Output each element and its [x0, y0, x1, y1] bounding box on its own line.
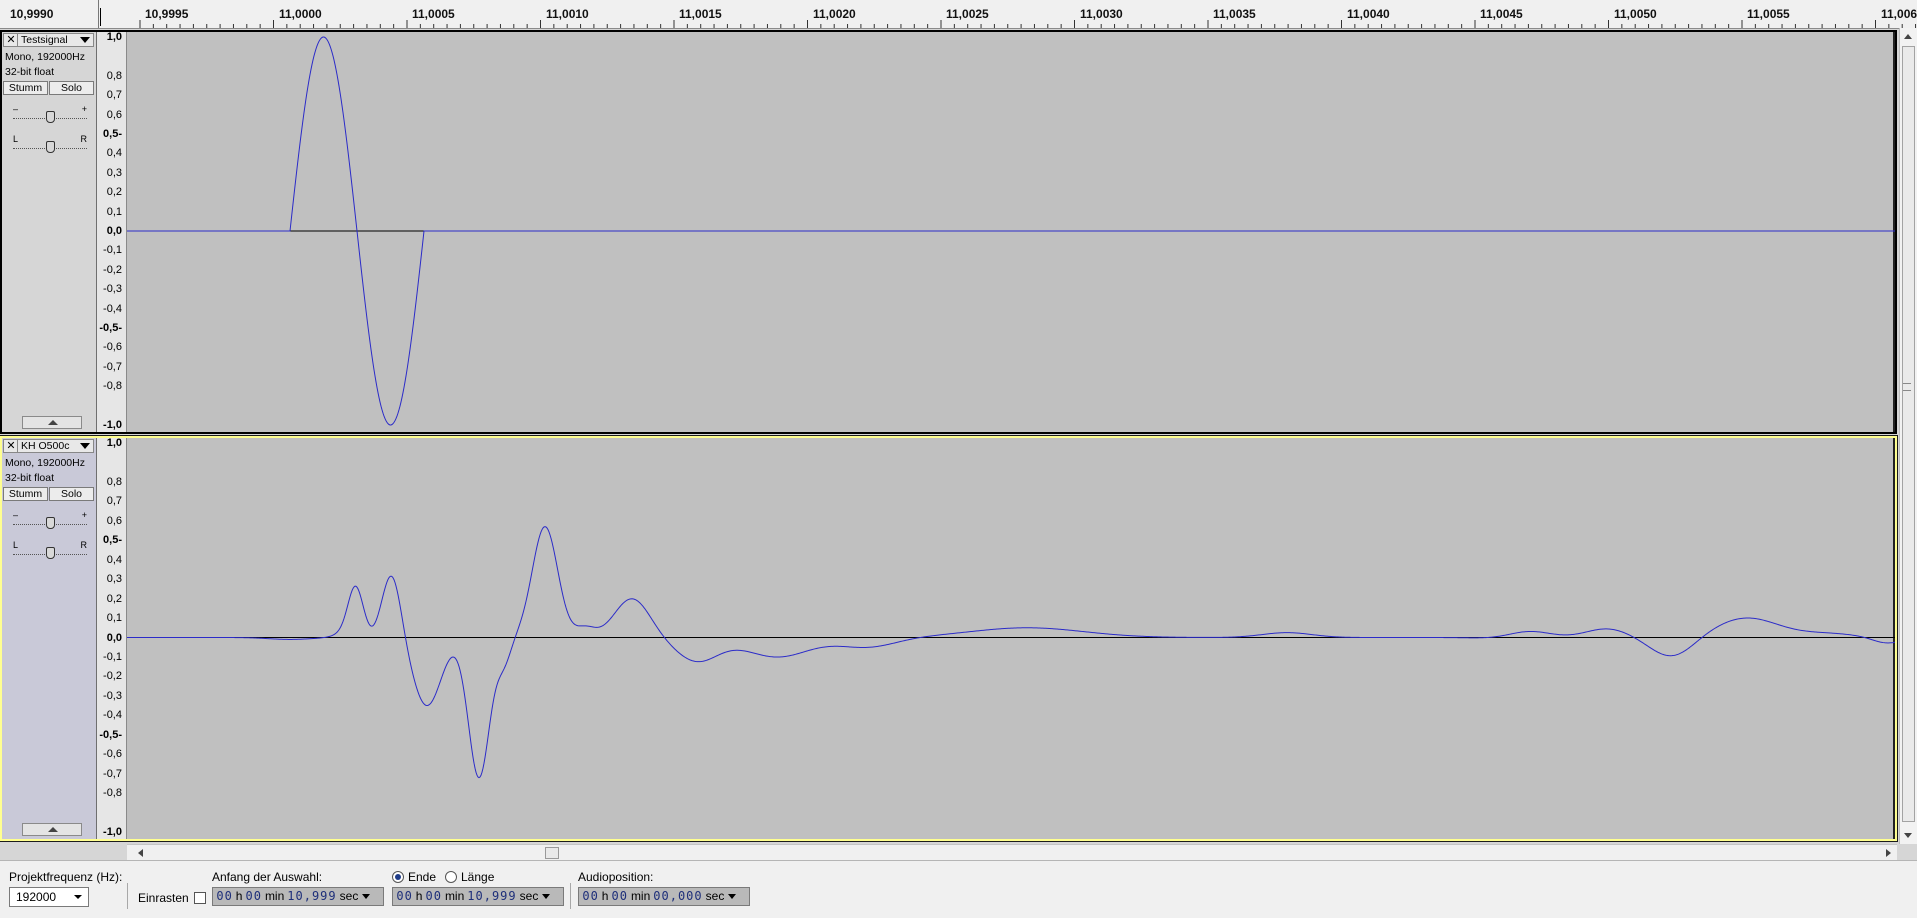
format-dropdown-icon[interactable]: [542, 894, 551, 900]
vertical-scrollbar[interactable]: [1899, 28, 1917, 844]
ruler-label: 11,0035: [1213, 7, 1256, 21]
scroll-left-icon[interactable]: [138, 849, 143, 857]
length-radio-label[interactable]: Länge: [461, 870, 494, 884]
seconds-unit: sec: [705, 889, 725, 903]
horizontal-scroll-thumb[interactable]: [545, 847, 559, 859]
horizontal-scrollbar[interactable]: [127, 844, 1897, 860]
seconds-unit: sec: [519, 889, 539, 903]
hours-unit: h: [415, 889, 423, 903]
snap-checkbox[interactable]: [194, 892, 206, 904]
end-radio-label[interactable]: Ende: [408, 870, 436, 884]
ruler-label: 11,0000: [279, 7, 322, 21]
toolbar-separator: [570, 883, 571, 909]
scroll-right-icon[interactable]: [1886, 849, 1891, 857]
ruler-label: 11,0005: [412, 7, 455, 21]
ruler-label: 10,9995: [145, 7, 189, 21]
ruler-label: 11,0015: [679, 7, 722, 21]
audio-position-label: Audioposition:: [578, 870, 654, 884]
end-hours: 00: [396, 889, 413, 903]
audio-position-time[interactable]: 00 h 00 min 00,000 sec: [578, 887, 750, 906]
minutes-unit: min: [264, 889, 285, 903]
selection-toolbar: Projektfrequenz (Hz): 192000 Einrasten A…: [0, 860, 1917, 918]
scroll-grip-icon: [1903, 383, 1911, 391]
selection-start-time[interactable]: 00 h 00 min 10,999 sec: [212, 887, 384, 906]
audio-track-testsignal[interactable]: ✕ Testsignal Mono, 192000Hz 32-bit float…: [0, 30, 1897, 434]
selection-end-time[interactable]: 00 h 00 min 10,999 sec: [392, 887, 564, 906]
pos-hours: 00: [582, 889, 599, 903]
ruler-label: 11,0050: [1614, 7, 1657, 21]
project-rate-value: 192000: [16, 890, 57, 904]
start-minutes: 00: [245, 889, 262, 903]
toolbar-separator: [127, 883, 128, 909]
end-seconds: 10,999: [467, 889, 517, 903]
format-dropdown-icon[interactable]: [362, 894, 371, 900]
selection-start-label: Anfang der Auswahl:: [212, 870, 323, 884]
vertical-scroll-thumb[interactable]: [1902, 46, 1915, 822]
end-minutes: 00: [425, 889, 442, 903]
length-radio[interactable]: [445, 871, 457, 883]
minutes-unit: min: [444, 889, 465, 903]
start-seconds: 10,999: [287, 889, 337, 903]
format-dropdown-icon[interactable]: [728, 894, 737, 900]
ruler-label: 11,0040: [1347, 7, 1390, 21]
scroll-up-icon[interactable]: [1904, 34, 1912, 39]
seconds-unit: sec: [339, 889, 359, 903]
project-rate-label: Projektfrequenz (Hz):: [9, 870, 123, 884]
ruler-label: 11,0045: [1480, 7, 1523, 21]
snap-label: Einrasten: [138, 891, 189, 905]
track-border: [0, 435, 1898, 842]
ruler-label: 11,0055: [1747, 7, 1790, 21]
dropdown-arrow-icon: [74, 895, 82, 899]
minutes-unit: min: [630, 889, 651, 903]
track-border: [0, 30, 1897, 434]
ruler-label: 11,0025: [946, 7, 989, 21]
start-hours: 00: [216, 889, 233, 903]
pos-minutes: 00: [611, 889, 628, 903]
hours-unit: h: [235, 889, 243, 903]
scroll-down-icon[interactable]: [1904, 833, 1912, 838]
pos-seconds: 00,000: [653, 889, 703, 903]
audio-track-kh-o500c[interactable]: ✕ KH O500c Mono, 192000Hz 32-bit float S…: [0, 435, 1898, 842]
ruler-label: 11,006: [1881, 7, 1917, 21]
project-rate-combo[interactable]: 192000: [9, 887, 89, 907]
hours-unit: h: [601, 889, 609, 903]
ruler-label: 11,0020: [813, 7, 856, 21]
ruler-label: 11,0010: [546, 7, 589, 21]
timeline-ruler[interactable]: 10,9990 10,9995 11,0000 11,0005 11,0010 …: [0, 0, 1917, 29]
ruler-label: 11,0030: [1080, 7, 1123, 21]
end-radio[interactable]: [392, 871, 404, 883]
